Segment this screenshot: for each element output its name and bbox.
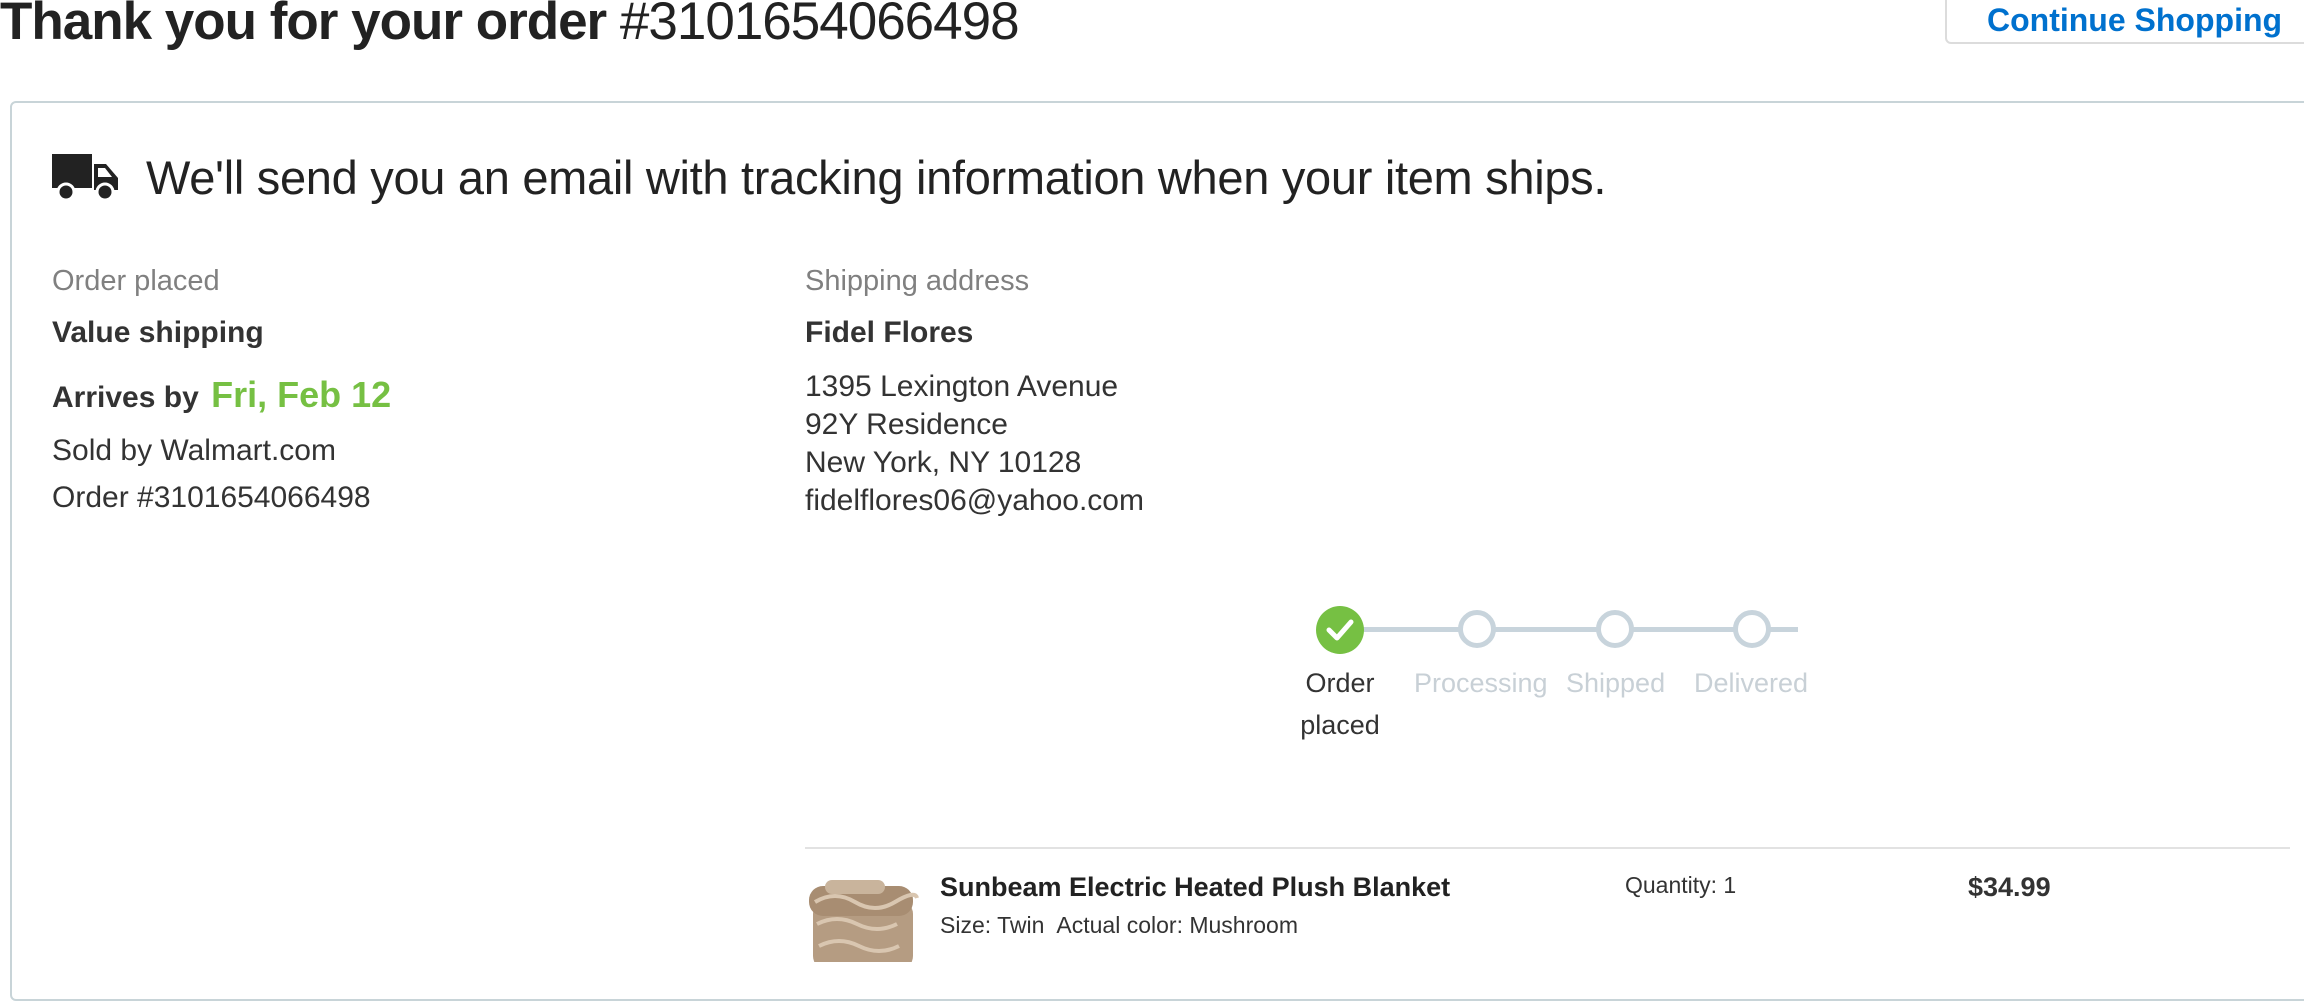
arrives-date: Fri, Feb 12 [211,374,392,415]
step-label-delivered: Delivered [1694,668,1809,698]
item-size: Size: Twin [940,912,1045,938]
shipping-address: 1395 Lexington Avenue 92Y Residence New … [805,368,1144,520]
item-color: Actual color: Mushroom [1056,912,1298,938]
item-divider [805,847,2290,849]
truck-icon [52,154,118,202]
product-image[interactable] [805,872,925,962]
order-progress-tracker: Order placed Processing Shipped Delivere… [1290,600,1830,750]
order-status-label: Order placed [52,265,220,297]
continue-shopping-button[interactable]: Continue Shopping [1945,0,2304,44]
page-title-order-number: #3101654066498 [619,0,1020,51]
item-quantity: Quantity: 1 [1625,872,1737,898]
step-label-shipped: Shipped [1566,668,1666,698]
order-number-text: Order #3101654066498 [52,481,371,514]
page-title: Thank you for your order #3101654066498 [0,0,1020,52]
address-email: fidelflores06@yahoo.com [805,484,1144,517]
arrival-estimate: Arrives by Fri, Feb 12 [52,374,391,419]
sold-by-text: Sold by Walmart.com [52,434,336,467]
tracker-line [1338,627,1798,632]
recipient-name: Fidel Flores [805,316,974,349]
item-price: $34.99 [1968,872,2051,902]
item-attributes: Size: Twin Actual color: Mushroom [940,910,1298,940]
address-line-3: New York, NY 10128 [805,446,1082,479]
order-details-card [10,101,2304,1001]
shipping-address-label: Shipping address [805,265,1030,297]
step-check-icon [1316,606,1364,654]
address-line-1: 1395 Lexington Avenue [805,370,1119,403]
page-title-text: Thank you for your order [0,0,607,51]
step-shipped-dot [1596,610,1634,648]
item-name-link[interactable]: Sunbeam Electric Heated Plush Blanket [940,870,1450,904]
step-delivered-dot [1733,610,1771,648]
shipping-method: Value shipping [52,316,264,349]
step-label-processing: Processing [1414,668,1548,698]
address-line-2: 92Y Residence [805,408,1008,441]
step-label-order-placed: Order placed [1300,668,1380,740]
step-processing-dot [1458,610,1496,648]
arrives-prefix: Arrives by [52,381,199,414]
shipping-notice-message: We'll send you an email with tracking in… [146,151,1607,204]
